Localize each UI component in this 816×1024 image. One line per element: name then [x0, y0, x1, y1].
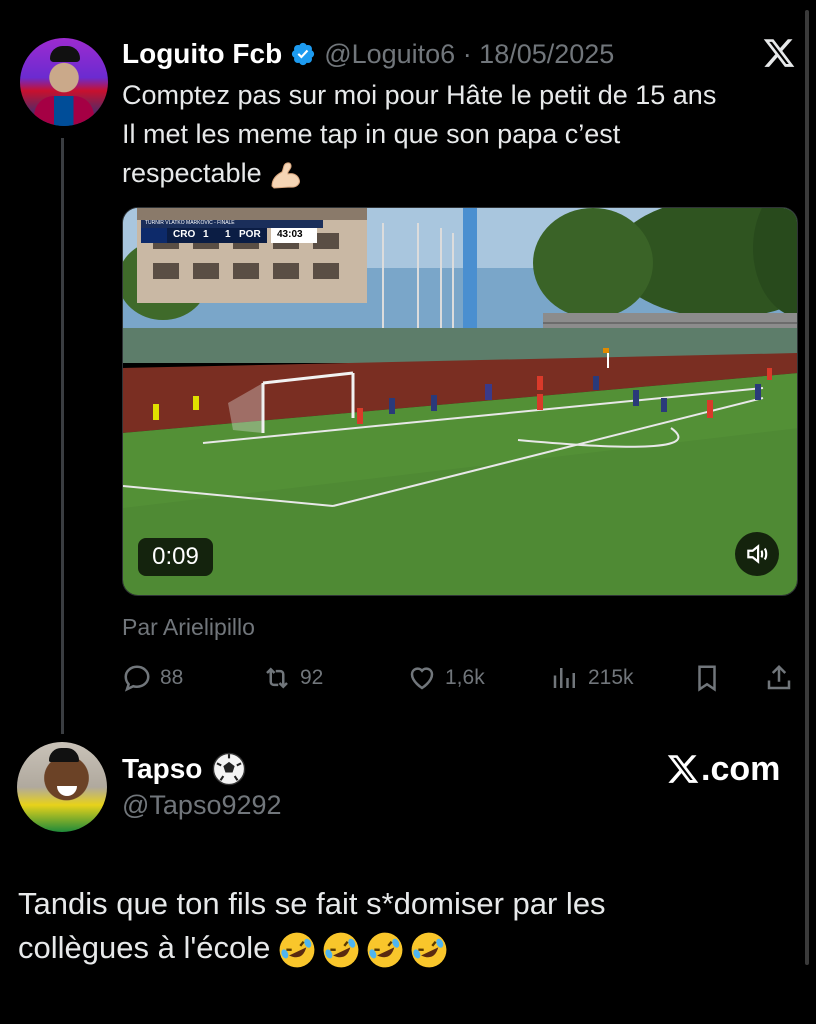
soccer-ball-icon	[213, 752, 246, 786]
rolling-on-floor-laughing-emoji	[279, 932, 315, 968]
emoji-row	[278, 931, 448, 969]
tweet-header: Tapso	[122, 750, 246, 788]
heart-icon	[410, 667, 434, 690]
rolling-on-floor-laughing-emoji	[367, 932, 403, 968]
x-com-watermark: .com	[666, 748, 780, 790]
video-player[interactable]: TURNIR VLATKO MARKOVIC - FINALE CRO 1 1 …	[122, 207, 798, 596]
scrollbar[interactable]	[805, 10, 809, 965]
tweet-actions: 88 92 1,6k 215k	[122, 660, 798, 696]
share-icon	[767, 664, 791, 690]
repost-count: 92	[300, 666, 324, 689]
avatar[interactable]	[20, 38, 108, 126]
reply-count: 88	[160, 666, 184, 689]
author-name[interactable]: Tapso	[122, 753, 202, 785]
scorebug-team-away: POR	[239, 229, 261, 240]
reply-button[interactable]: 88	[122, 660, 183, 696]
author-handle-date[interactable]: @Loguito6 · 18/05/2025	[324, 39, 614, 70]
tweet-text-line: Il met les meme tap in que son papa c’es…	[122, 119, 621, 149]
bookmark-button[interactable]	[692, 660, 730, 696]
tweet-text-line: Tandis que ton fils se fait s*domiser pa…	[18, 886, 606, 921]
views-button[interactable]: 215k	[550, 660, 634, 696]
author-handle[interactable]: @Tapso9292	[122, 790, 282, 821]
repost-button[interactable]: 92	[262, 660, 323, 696]
bookmark-icon	[698, 665, 716, 692]
avatar-cap	[50, 46, 80, 62]
video-time-badge: 0:09	[138, 538, 213, 576]
tweet-header: Loguito Fcb @Loguito6 · 18/05/2025	[122, 36, 614, 72]
avatar-hair	[49, 748, 79, 762]
scorebug-score-home: 1	[203, 229, 209, 240]
tweet-text: Comptez pas sur moi pour Hâte le petit d…	[122, 76, 792, 193]
x-logo-icon	[667, 755, 699, 783]
scorebug-match-clock: 43:03	[277, 229, 303, 240]
reply-icon	[124, 665, 150, 692]
x-com-text: .com	[701, 749, 781, 788]
tweet-text: Tandis que ton fils se fait s*domiser pa…	[18, 882, 788, 970]
tweet-text-line: Comptez pas sur moi pour Hâte le petit d…	[122, 80, 717, 110]
rolling-on-floor-laughing-emoji	[323, 932, 359, 968]
scorebug-title: TURNIR VLATKO MARKOVIC - FINALE	[145, 220, 235, 226]
flexed-biceps-emoji	[271, 162, 300, 189]
like-button[interactable]: 1,6k	[407, 660, 485, 696]
avatar-smile	[57, 786, 77, 796]
tweet-text-line: collègues à l'école	[18, 930, 271, 965]
share-button[interactable]	[764, 660, 802, 696]
like-count: 1,6k	[445, 666, 485, 689]
mute-button[interactable]	[735, 532, 779, 576]
x-logo-icon[interactable]	[762, 36, 796, 70]
video-frame	[123, 208, 797, 595]
thread-connector-line	[61, 138, 64, 734]
rolling-on-floor-laughing-emoji	[411, 932, 447, 968]
avatar-shirt	[34, 96, 94, 126]
verified-badge-icon	[292, 42, 315, 66]
author-name[interactable]: Loguito Fcb	[122, 38, 282, 70]
repost-icon	[266, 667, 288, 689]
video-attribution[interactable]: Par Arielipillo	[122, 614, 255, 641]
scorebug-score-away: 1	[225, 229, 231, 240]
tweet-text-line: respectable	[122, 158, 262, 188]
views-count: 215k	[588, 666, 634, 689]
views-icon	[553, 668, 575, 688]
speaker-muted-icon	[747, 544, 768, 564]
scorebug-team-home: CRO	[173, 229, 196, 240]
avatar[interactable]	[17, 742, 107, 832]
